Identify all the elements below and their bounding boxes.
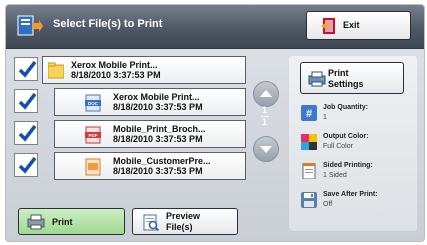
exit-door-icon — [321, 18, 335, 34]
exit-button[interactable]: Exit — [306, 11, 411, 40]
file-date: 8/18/2010 3:37:53 PM — [113, 166, 203, 176]
file-card[interactable]: PDF Mobile_Print_Broch... 8/18/2010 3:37… — [54, 120, 246, 148]
arrow-down-icon — [260, 146, 272, 153]
file-name: Xerox Mobile Print... — [113, 92, 200, 102]
page-total: 1 — [262, 117, 268, 127]
preview-files-button[interactable]: Preview File(s) — [132, 208, 238, 235]
file-checkbox[interactable] — [14, 121, 38, 145]
file-row[interactable]: Xerox Mobile Print... 8/18/2010 3:37:53 … — [14, 56, 246, 84]
file-list: Xerox Mobile Print... 8/18/2010 3:37:53 … — [14, 56, 246, 185]
doc-icon-label: DOC — [88, 101, 99, 106]
file-date: 8/18/2010 3:37:53 PM — [71, 70, 161, 80]
printer-settings-icon — [308, 71, 326, 87]
page-title: Select File(s) to Print — [53, 18, 163, 30]
svg-text:#: # — [306, 108, 312, 120]
header-bar: Select File(s) to Print Exit — [6, 5, 424, 49]
setting-label: Sided Printing: — [323, 162, 373, 169]
scroll-down-button[interactable] — [253, 136, 279, 162]
file-date: 8/18/2010 3:37:53 PM — [113, 134, 203, 144]
checkmark-icon — [18, 60, 37, 78]
color-palette-icon — [301, 134, 317, 150]
word-doc-icon: DOC — [85, 94, 101, 112]
file-name: Mobile_Print_Broch... — [113, 124, 206, 134]
file-row[interactable]: DOC Xerox Mobile Print... 8/18/2010 3:37… — [14, 88, 246, 116]
file-row[interactable]: PDF Mobile_Print_Broch... 8/18/2010 3:37… — [14, 120, 246, 148]
presentation-icon — [85, 158, 101, 176]
print-settings-panel: Print Settings # Job Quantity: 1 Output … — [289, 56, 417, 231]
folder-icon — [48, 62, 64, 79]
file-row[interactable]: Mobile_CustomerPre... 8/18/2010 3:37:53 … — [14, 152, 246, 180]
setting-value: 1 — [323, 114, 327, 121]
setting-label: Job Quantity: — [323, 104, 369, 111]
file-checkbox[interactable] — [14, 153, 38, 177]
print-button[interactable]: Print — [18, 208, 125, 235]
setting-value: Off — [323, 201, 333, 208]
page-current: 1 — [262, 105, 268, 115]
print-label: Print — [52, 217, 73, 227]
exit-label: Exit — [343, 20, 360, 30]
file-card[interactable]: Mobile_CustomerPre... 8/18/2010 3:37:53 … — [54, 152, 246, 180]
scroll-up-button[interactable] — [253, 81, 279, 107]
pdf-icon: PDF — [85, 126, 101, 144]
file-checkbox[interactable] — [14, 89, 38, 113]
hash-icon: # — [301, 105, 317, 121]
preview-label-2: File(s) — [166, 222, 193, 232]
print-settings-button[interactable]: Print Settings — [300, 62, 404, 94]
arrow-up-icon — [260, 90, 272, 97]
setting-label: Save After Print: — [323, 191, 378, 198]
printer-icon — [27, 214, 45, 230]
checkmark-icon — [18, 156, 37, 174]
file-checkbox[interactable] — [14, 57, 38, 81]
file-date: 8/18/2010 3:37:53 PM — [113, 102, 203, 112]
checkmark-icon — [18, 124, 37, 142]
preview-icon — [143, 214, 159, 231]
setting-save-after-print: Save After Print: Off — [301, 191, 413, 217]
page-sides-icon — [302, 163, 316, 179]
setting-sided-printing: Sided Printing: 1 Sided — [301, 162, 413, 188]
print-settings-label-1: Print — [328, 68, 349, 78]
print-settings-label-2: Settings — [328, 79, 364, 89]
file-name: Mobile_CustomerPre... — [113, 156, 211, 166]
setting-job-quantity: # Job Quantity: 1 — [301, 104, 413, 130]
preview-label-1: Preview — [166, 211, 201, 221]
setting-label: Output Color: — [323, 133, 369, 140]
pdf-icon-label: PDF — [89, 133, 98, 138]
select-files-icon — [17, 15, 43, 36]
setting-value: Full Color — [323, 143, 353, 150]
print-screen: Select File(s) to Print Exit Xerox Mobil… — [5, 4, 425, 242]
checkmark-icon — [18, 92, 37, 110]
file-name: Xerox Mobile Print... — [71, 60, 158, 70]
setting-value: 1 Sided — [323, 172, 347, 179]
setting-output-color: Output Color: Full Color — [301, 133, 413, 159]
file-card[interactable]: DOC Xerox Mobile Print... 8/18/2010 3:37… — [54, 88, 246, 116]
save-disk-icon — [301, 192, 317, 208]
file-card[interactable]: Xerox Mobile Print... 8/18/2010 3:37:53 … — [42, 56, 246, 84]
